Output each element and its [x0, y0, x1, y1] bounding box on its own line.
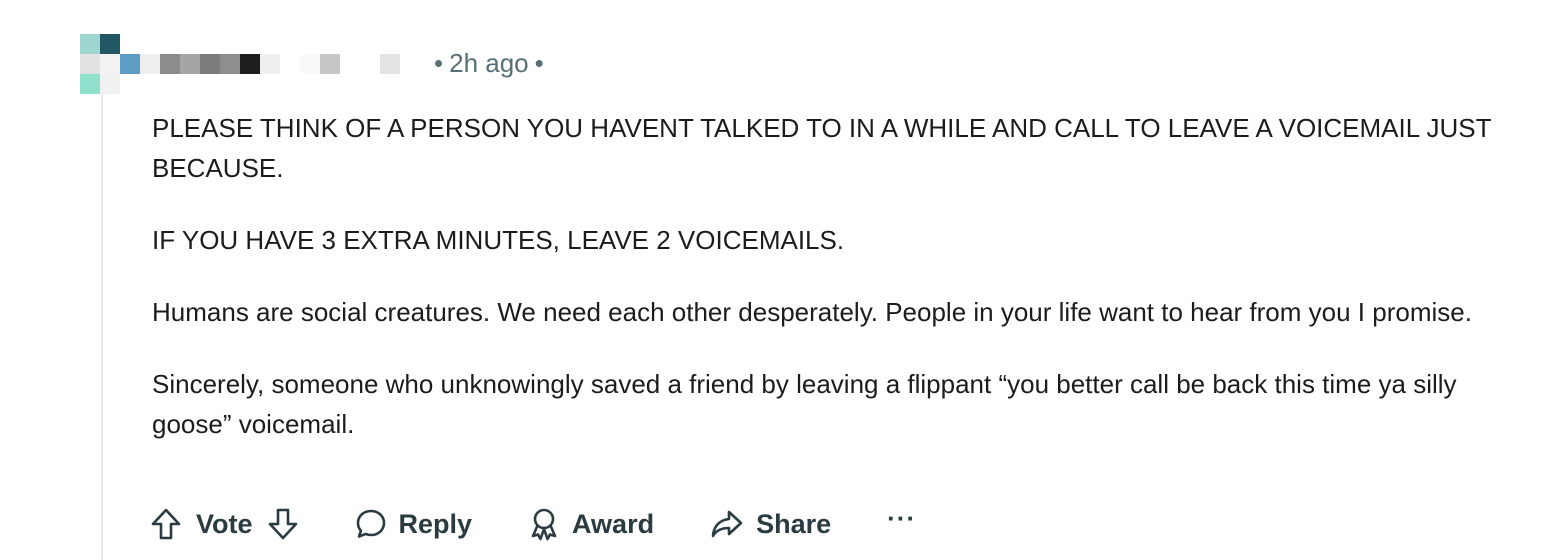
username-pixel [260, 54, 280, 74]
award-label: Award [572, 508, 655, 539]
avatar-pixel [100, 34, 120, 54]
avatar-pixel [100, 54, 120, 74]
username-pixel [180, 54, 200, 74]
username-pixel [300, 54, 320, 74]
share-arrow-icon [711, 510, 743, 538]
comment-paragraph: Humans are social creatures. We need eac… [152, 297, 1472, 327]
arrow-up-icon [151, 508, 181, 540]
share-button[interactable]: Share [710, 508, 831, 540]
comment-timestamp[interactable]: 2h ago [449, 48, 529, 78]
arrow-down-icon [268, 508, 297, 540]
vote-count: Vote [196, 508, 253, 539]
comment-paragraph: PLEASE THINK OF A PERSON YOU HAVENT TALK… [152, 113, 1491, 183]
thread-line[interactable] [101, 92, 103, 560]
meta-separator: • [434, 48, 444, 78]
username-pixel [140, 54, 160, 74]
username-pixel [240, 54, 260, 74]
share-label: Share [756, 508, 832, 539]
vote-group: Vote [150, 507, 299, 541]
speech-bubble-icon [356, 509, 385, 538]
username-pixel [380, 54, 400, 74]
avatar-pixel [80, 54, 100, 74]
username-pixel [220, 54, 240, 74]
award-button[interactable]: Award [528, 507, 654, 541]
comment-paragraph: IF YOU HAVE 3 EXTRA MINUTES, LEAVE 2 VOI… [152, 225, 845, 255]
comment-action-bar: Vote Reply Award Share ··· [150, 500, 916, 548]
more-options-icon: ··· [887, 502, 917, 533]
avatar-pixel [80, 74, 100, 94]
comment-meta: • 2h ago • [428, 46, 550, 80]
downvote-button[interactable] [267, 507, 299, 541]
reply-button[interactable]: Reply [355, 508, 473, 540]
meta-separator: • [534, 48, 544, 78]
comment-view: • 2h ago • PLEASE THINK OF A PERSON YOU HA… [0, 0, 1560, 560]
username-pixel [160, 54, 180, 74]
award-ribbon-icon [531, 508, 557, 541]
reply-label: Reply [398, 508, 473, 539]
avatar-pixel [80, 34, 100, 54]
more-options-button[interactable]: ··· [887, 503, 916, 534]
username-pixel [320, 54, 340, 74]
username-pixel [200, 54, 220, 74]
comment-paragraph: Sincerely, someone who unknowingly saved… [152, 369, 1457, 439]
avatar-pixel [120, 54, 140, 74]
upvote-button[interactable] [150, 507, 182, 541]
redacted-user-mosaic [80, 34, 420, 94]
avatar-pixel [100, 74, 120, 94]
comment-body: PLEASE THINK OF A PERSON YOU HAVENT TALK… [152, 108, 1542, 476]
